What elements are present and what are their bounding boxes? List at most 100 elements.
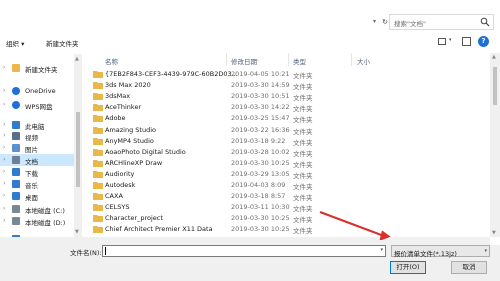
sidebar-item-label: 下载 — [25, 170, 38, 178]
folder-icon — [93, 70, 103, 78]
column-name[interactable]: 名称 — [105, 56, 118, 66]
sidebar-item-label: 本地磁盘 (D:) — [25, 219, 66, 227]
scroll-down-icon[interactable]: ▼ — [75, 229, 79, 235]
column-divider[interactable] — [351, 53, 352, 66]
sidebar-item[interactable]: › 本地磁盘 (C:) — [0, 203, 74, 215]
file-row[interactable]: AoaoPhoto Digital Studio 2019-03-28 10:02… — [84, 147, 490, 158]
expand-icon[interactable]: › — [3, 168, 5, 175]
picture-icon — [12, 144, 20, 152]
scroll-up-icon[interactable]: ▲ — [492, 54, 496, 60]
file-row[interactable]: Audiority 2019-03-29 13:05 文件夹 — [84, 169, 490, 180]
sidebar-item-label: 图片 — [25, 146, 38, 154]
search-input[interactable]: 搜索"文档" — [394, 18, 426, 28]
column-divider[interactable] — [288, 53, 289, 66]
file-date: 2019-03-30 10:25 — [231, 214, 290, 223]
sidebar-item[interactable]: › WPS网盘 — [0, 99, 74, 111]
expand-icon[interactable]: › — [3, 144, 5, 151]
file-row[interactable]: Chief Architect Premier X11 Data 2019-03-… — [84, 224, 490, 235]
sidebar-item-label: 桌面 — [25, 194, 38, 202]
file-row[interactable]: ARCHlineXP Draw 2019-03-30 10:25 文件夹 — [84, 158, 490, 169]
sidebar-item[interactable]: › 本地磁盘 (D:) — [0, 215, 74, 227]
file-row[interactable]: CELSYS 2019-03-11 10:30 文件夹 — [84, 202, 490, 213]
file-row[interactable]: Autodesk 2019-04-03 8:09 文件夹 — [84, 180, 490, 191]
column-type[interactable]: 类型 — [293, 56, 306, 66]
sidebar-item[interactable]: › 视频 — [0, 130, 74, 142]
file-name: Adobe — [105, 114, 126, 123]
search-icon[interactable] — [480, 17, 490, 27]
organize-button[interactable]: 组织 ▾ — [6, 38, 24, 48]
file-name: Chief Architect Premier X11 Data — [105, 225, 213, 234]
file-row[interactable]: 3dsMax 2019-03-30 10:51 文件夹 — [84, 91, 490, 102]
nav-scroll-thumb[interactable] — [76, 112, 80, 187]
chevron-down-icon: ▾ — [484, 248, 487, 254]
sidebar-item[interactable]: › 音乐 — [0, 178, 74, 190]
preview-pane-icon[interactable] — [462, 37, 471, 46]
sidebar-item[interactable]: › 图片 — [0, 142, 74, 154]
file-row[interactable]: Character_project 2019-03-30 10:25 文件夹 — [84, 213, 490, 224]
new-folder-button[interactable]: 新建文件夹 — [46, 38, 79, 48]
open-button[interactable]: 打开(O) — [390, 261, 426, 274]
file-row[interactable]: Adobe 2019-03-25 15:47 文件夹 — [84, 113, 490, 124]
chevron-down-icon[interactable]: ▾ — [380, 247, 383, 253]
expand-icon[interactable]: › — [3, 101, 5, 108]
file-date: 2019-03-29 13:05 — [231, 169, 290, 178]
column-date[interactable]: 修改日期 — [231, 56, 257, 66]
file-type-select[interactable]: 报价清单文件(*.13jz) ▾ — [391, 245, 490, 258]
sidebar-item[interactable]: › OneDrive — [0, 85, 74, 97]
file-list-scrollbar[interactable]: ▲ ▼ — [490, 53, 500, 237]
file-date: 2019-03-30 10:51 — [231, 92, 290, 101]
scroll-up-icon[interactable]: ▲ — [75, 56, 79, 62]
download-icon — [12, 168, 20, 176]
column-size[interactable]: 大小 — [357, 56, 370, 66]
expand-icon[interactable]: › — [3, 121, 5, 128]
horizontal-scrollbar[interactable] — [0, 237, 490, 245]
address-bar: ▾ ↻ 搜索"文档" — [0, 10, 500, 34]
help-icon[interactable]: ? — [478, 36, 489, 47]
music-icon — [12, 180, 20, 188]
file-type: 文件夹 — [293, 205, 313, 214]
file-date: 2019-03-30 10:25 — [231, 158, 290, 167]
file-name: CELSYS — [105, 203, 130, 212]
file-row[interactable]: CAXA 2019-03-18 8:57 文件夹 — [84, 191, 490, 202]
address-dropdown-icon[interactable]: ▾ — [370, 17, 379, 27]
cancel-button[interactable]: 取消 — [451, 261, 487, 274]
folder-icon — [93, 181, 103, 189]
file-row[interactable]: Amazing Studio 2019-03-22 16:36 文件夹 — [84, 125, 490, 136]
file-name: 3ds Max 2020 — [105, 81, 151, 90]
file-type: 文件夹 — [293, 127, 313, 136]
expand-icon[interactable]: › — [3, 156, 5, 163]
folder-icon — [93, 225, 103, 234]
expand-icon[interactable]: › — [3, 180, 5, 187]
view-options-button[interactable]: ▾ — [436, 37, 458, 47]
drive-icon — [12, 217, 20, 225]
expand-icon[interactable]: › — [3, 217, 5, 224]
file-row[interactable]: AnyMP4 Studio 2019-03-18 9:22 文件夹 — [84, 136, 490, 147]
expand-icon[interactable]: › — [3, 132, 5, 139]
file-list-scroll-thumb[interactable] — [493, 67, 497, 105]
sidebar-item[interactable]: › 下载 — [0, 166, 74, 178]
search-box[interactable]: 搜索"文档" — [389, 14, 494, 30]
expand-icon[interactable]: › — [3, 205, 5, 212]
expand-icon[interactable]: › — [3, 87, 5, 94]
file-row[interactable]: {7EB2F843-CEF3-4439-979C-60B2D03... 2019-… — [84, 69, 490, 80]
file-type: 文件夹 — [293, 83, 313, 92]
filename-input[interactable]: ▾ — [102, 245, 386, 257]
cloud-icon — [12, 101, 20, 109]
expand-icon[interactable]: › — [3, 192, 5, 199]
nav-scrollbar[interactable]: ▲ ▼ — [74, 54, 82, 237]
scroll-down-icon[interactable]: ▼ — [492, 230, 496, 236]
file-name: Audiority — [105, 169, 135, 178]
file-type: 文件夹 — [293, 194, 313, 203]
expand-icon[interactable]: › — [3, 64, 5, 71]
column-divider[interactable] — [226, 53, 227, 66]
sidebar-item-label: 视频 — [25, 134, 38, 142]
folder-icon — [93, 92, 103, 101]
file-row[interactable]: AceThinker 2019-03-30 14:22 文件夹 — [84, 102, 490, 113]
sidebar-item[interactable]: › 文档 — [0, 154, 74, 166]
file-date: 2019-04-03 8:09 — [231, 181, 286, 189]
column-header: ︿ 名称 修改日期 类型 大小 — [84, 53, 490, 66]
file-type: 文件夹 — [293, 116, 313, 125]
file-row[interactable]: 3ds Max 2020 2019-03-30 14:59 文件夹 — [84, 80, 490, 91]
sidebar-item[interactable]: › 新建文件夹 — [0, 62, 74, 74]
sidebar-item[interactable]: › 桌面 — [0, 190, 74, 202]
